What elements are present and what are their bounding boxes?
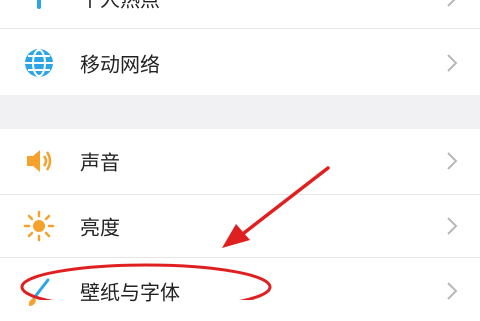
section-gap — [0, 95, 480, 129]
divider — [0, 194, 480, 195]
divider — [0, 257, 480, 258]
settings-item-sound[interactable]: 声音 — [0, 131, 480, 191]
globe-icon — [25, 49, 53, 77]
settings-item-label: 亮度 — [80, 215, 120, 240]
settings-item-brightness[interactable]: 亮度 — [0, 196, 480, 256]
sun-icon — [23, 210, 55, 242]
chevron-right-icon — [447, 217, 458, 235]
settings-item-mobile-network[interactable]: 移动网络 — [0, 33, 480, 93]
speaker-icon — [27, 150, 52, 172]
chevron-right-icon — [447, 282, 458, 300]
chevron-right-icon — [447, 152, 458, 170]
chevron-right-icon — [447, 54, 458, 72]
chevron-right-icon — [447, 0, 456, 7]
settings-item-label: 移动网络 — [80, 52, 160, 77]
settings-item-label: 声音 — [80, 150, 120, 175]
settings-item-personal-hotspot[interactable]: 个人热点 — [0, 0, 480, 28]
settings-item-wallpaper-font[interactable]: 壁纸与字体 — [0, 261, 480, 321]
hotspot-icon — [37, 0, 41, 9]
settings-item-label: 壁纸与字体 — [80, 280, 180, 305]
settings-item-label: 个人热点 — [80, 0, 160, 13]
divider — [0, 28, 480, 29]
paintbrush-icon — [28, 278, 50, 306]
